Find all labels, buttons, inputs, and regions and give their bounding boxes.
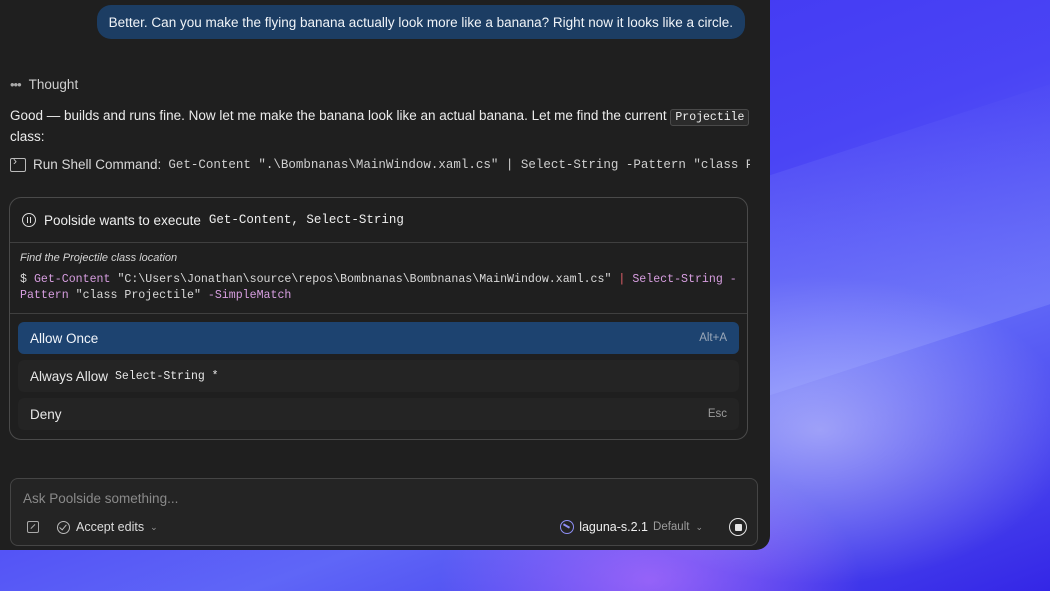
stop-button[interactable] — [729, 518, 747, 536]
allow-once-button[interactable]: Allow Once Alt+A — [18, 322, 739, 354]
assistant-reply: Good — builds and runs fine. Now let me … — [10, 106, 750, 146]
permission-card: Poolside wants to execute Get-Content, S… — [9, 197, 748, 440]
cmd-select-string: Select-String — [632, 273, 723, 286]
always-allow-label: Always Allow — [30, 368, 109, 384]
permission-description: Find the Projectile class location — [20, 252, 178, 264]
model-icon — [560, 520, 575, 534]
thought-label: Thought — [28, 77, 79, 92]
always-allow-button[interactable]: Always Allow Select-String * — [18, 360, 739, 392]
allow-once-label: Allow Once — [30, 330, 99, 346]
allow-once-shortcut: Alt+A — [699, 332, 727, 344]
shell-command: Get-Content ".\Bombnanas\MainWindow.xaml… — [168, 157, 750, 172]
permission-body: Find the Projectile class location $ Get… — [10, 243, 747, 314]
shell-command-row[interactable]: Run Shell Command: Get-Content ".\Bombna… — [10, 157, 750, 172]
permission-options: Allow Once Alt+A Always Allow Select-Str… — [10, 314, 747, 430]
thought-toggle[interactable]: ••• Thought — [10, 77, 78, 92]
cmd-pipe: | — [618, 273, 626, 286]
cmd-prompt: $ — [20, 273, 27, 286]
shell-label: Run Shell Command: — [33, 157, 162, 172]
pause-icon — [22, 213, 36, 227]
check-circle-icon — [57, 520, 70, 534]
cmd-get-content: Get-Content — [33, 273, 111, 286]
wallpaper-streak — [770, 64, 1050, 396]
reply-text-1: Good — builds and runs fine. Now let me … — [10, 108, 671, 123]
always-allow-pattern: Select-String * — [115, 369, 219, 383]
chat-input-box[interactable]: Ask Poolside something... Accept edits ⌄… — [10, 478, 758, 546]
chevron-down-icon[interactable]: ⌄ — [150, 522, 158, 533]
edit-square-icon[interactable] — [27, 521, 39, 533]
reply-inline-code: Projectile — [670, 109, 750, 126]
accept-edits-dropdown[interactable]: Accept edits — [76, 520, 144, 534]
permission-commands: Get-Content, Select-String — [208, 213, 404, 227]
deny-button[interactable]: Deny Esc — [18, 398, 739, 430]
permission-title: Poolside wants to execute — [44, 212, 201, 228]
user-message-bubble: Better. Can you make the flying banana a… — [96, 5, 745, 39]
cmd-flag-simplematch: -SimpleMatch — [207, 289, 292, 302]
cmd-arg-pattern: "class Projectile" — [75, 289, 201, 302]
permission-header: Poolside wants to execute Get-Content, S… — [10, 198, 747, 243]
reply-text-2: class: — [10, 129, 45, 144]
input-toolbar: Accept edits ⌄ laguna-s.2.1 Default ⌄ — [27, 517, 747, 537]
ellipsis-icon: ••• — [10, 77, 22, 92]
user-message-text: Better. Can you make the flying banana a… — [108, 14, 733, 30]
chat-panel: Better. Can you make the flying banana a… — [0, 0, 770, 550]
deny-shortcut: Esc — [707, 408, 727, 420]
terminal-icon — [10, 157, 26, 172]
command-line: $ Get-Content "C:\Users\Jonathan\source\… — [20, 272, 737, 304]
cmd-arg-path: "C:\Users\Jonathan\source\repos\Bombnana… — [117, 273, 612, 286]
deny-label: Deny — [30, 406, 62, 422]
model-selector[interactable]: laguna-s.2.1 — [579, 520, 648, 534]
model-mode[interactable]: Default — [653, 521, 689, 533]
model-chevron-down-icon[interactable]: ⌄ — [695, 522, 703, 533]
chat-input-placeholder[interactable]: Ask Poolside something... — [23, 491, 178, 506]
